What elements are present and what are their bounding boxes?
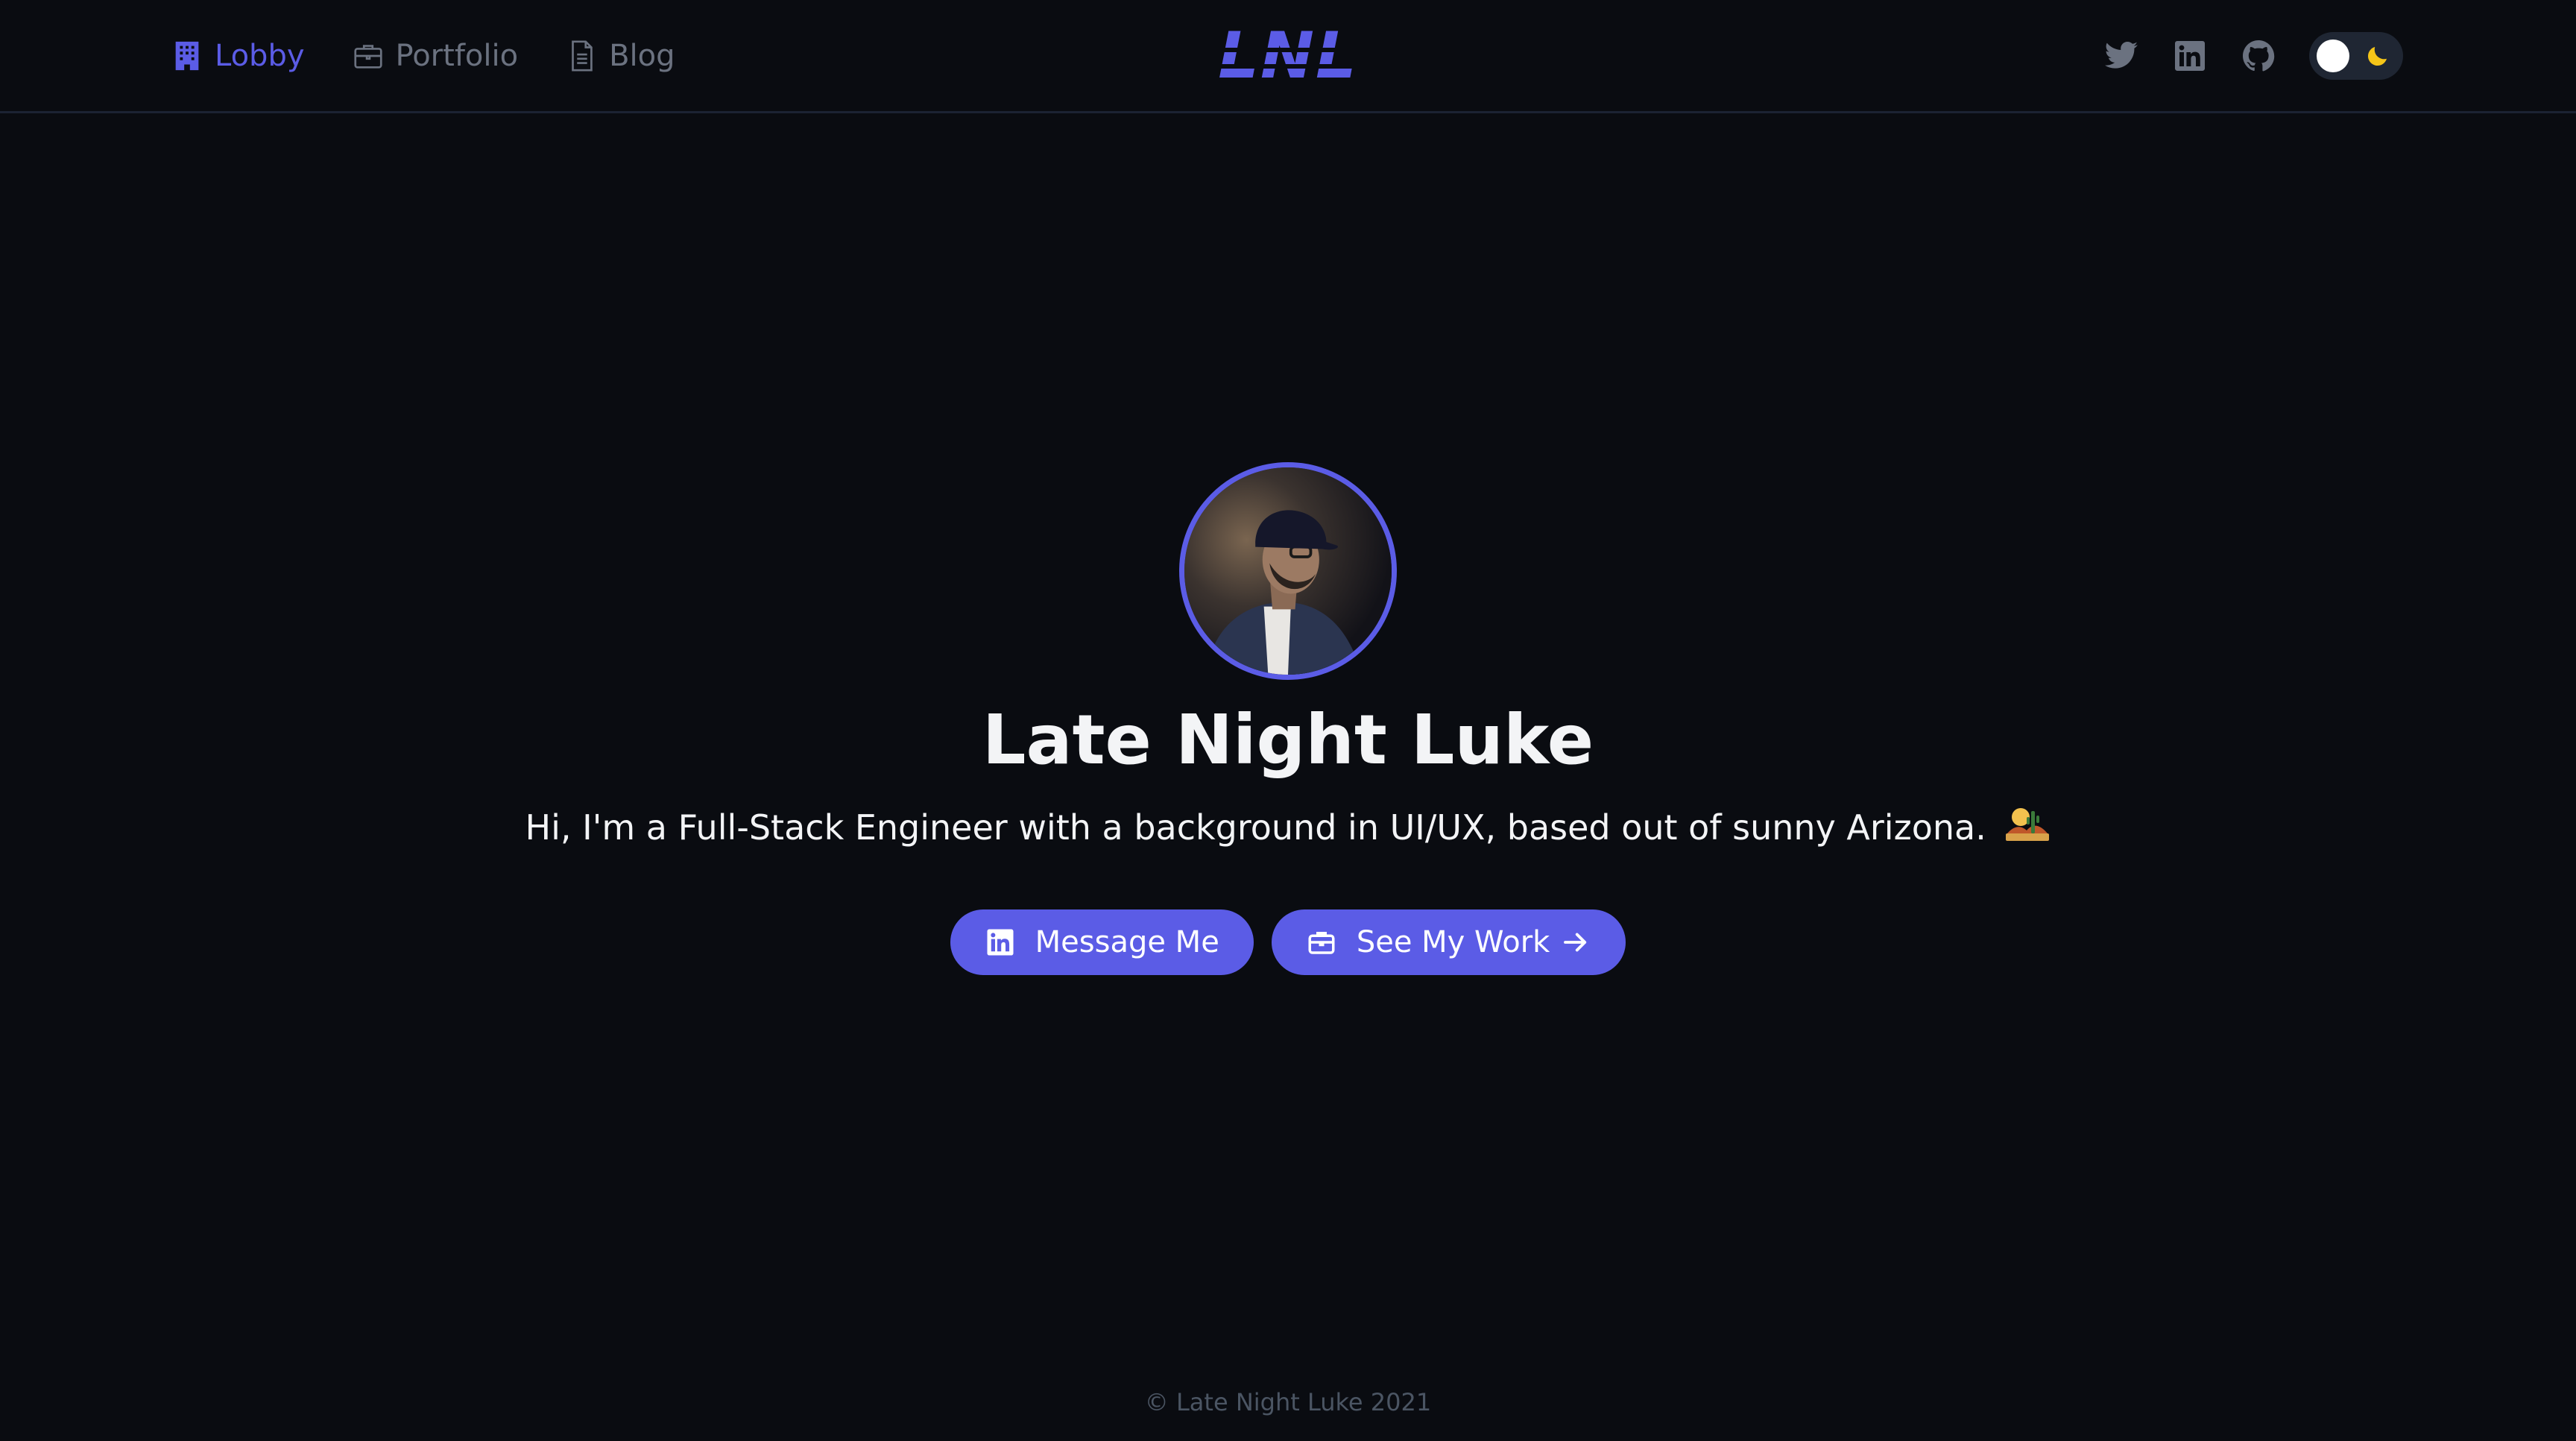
logo-text: LNL bbox=[1218, 19, 1358, 93]
nav-label-blog: Blog bbox=[609, 39, 675, 73]
hero-tagline: Hi, I'm a Full-Stack Engineer with a bac… bbox=[0, 804, 2576, 851]
page: Lobby Portfolio Blog LNL Late Night Luke… bbox=[0, 0, 2576, 1441]
document-icon bbox=[564, 39, 599, 73]
nav-label-portfolio: Portfolio bbox=[395, 39, 519, 73]
logo-stripe bbox=[1208, 64, 1368, 69]
hero-buttons: Message Me See My Work bbox=[0, 909, 2576, 975]
nav-item-portfolio[interactable]: Portfolio bbox=[351, 39, 519, 73]
see-my-work-label: See My Work bbox=[1356, 925, 1550, 959]
github-icon[interactable] bbox=[2239, 37, 2278, 75]
social-links bbox=[2072, 30, 2403, 82]
nav-item-blog[interactable]: Blog bbox=[564, 39, 675, 73]
linkedin-icon bbox=[985, 927, 1016, 958]
site-logo[interactable]: LNL bbox=[1208, 22, 1368, 89]
briefcase-icon bbox=[1306, 927, 1337, 958]
twitter-icon[interactable] bbox=[2102, 37, 2141, 75]
see-my-work-button[interactable]: See My Work bbox=[1271, 909, 1626, 975]
logo-stripe bbox=[1208, 48, 1368, 52]
site-header: Lobby Portfolio Blog LNL bbox=[0, 0, 2576, 113]
theme-toggle[interactable] bbox=[2309, 32, 2403, 80]
moon-icon bbox=[2367, 47, 2387, 66]
toggle-knob bbox=[2317, 40, 2349, 72]
nav-item-lobby[interactable]: Lobby bbox=[170, 39, 305, 73]
briefcase-icon bbox=[351, 39, 385, 73]
footer-copyright: © Late Night Luke 2021 bbox=[1144, 1388, 1432, 1416]
hero-title: Late Night Luke bbox=[982, 700, 1594, 780]
arrow-right-icon bbox=[1560, 927, 1591, 958]
nav-label-lobby: Lobby bbox=[215, 39, 305, 73]
tagline-text: Hi, I'm a Full-Stack Engineer with a bac… bbox=[525, 807, 1986, 848]
avatar bbox=[1179, 462, 1397, 680]
building-icon bbox=[170, 39, 204, 73]
main-nav: Lobby Portfolio Blog bbox=[170, 34, 722, 78]
linkedin-icon[interactable] bbox=[2171, 37, 2209, 75]
message-me-label: Message Me bbox=[1035, 925, 1219, 959]
message-me-button[interactable]: Message Me bbox=[950, 909, 1254, 975]
desert-sunset-icon bbox=[2006, 808, 2050, 841]
avatar-photo bbox=[1184, 467, 1392, 675]
